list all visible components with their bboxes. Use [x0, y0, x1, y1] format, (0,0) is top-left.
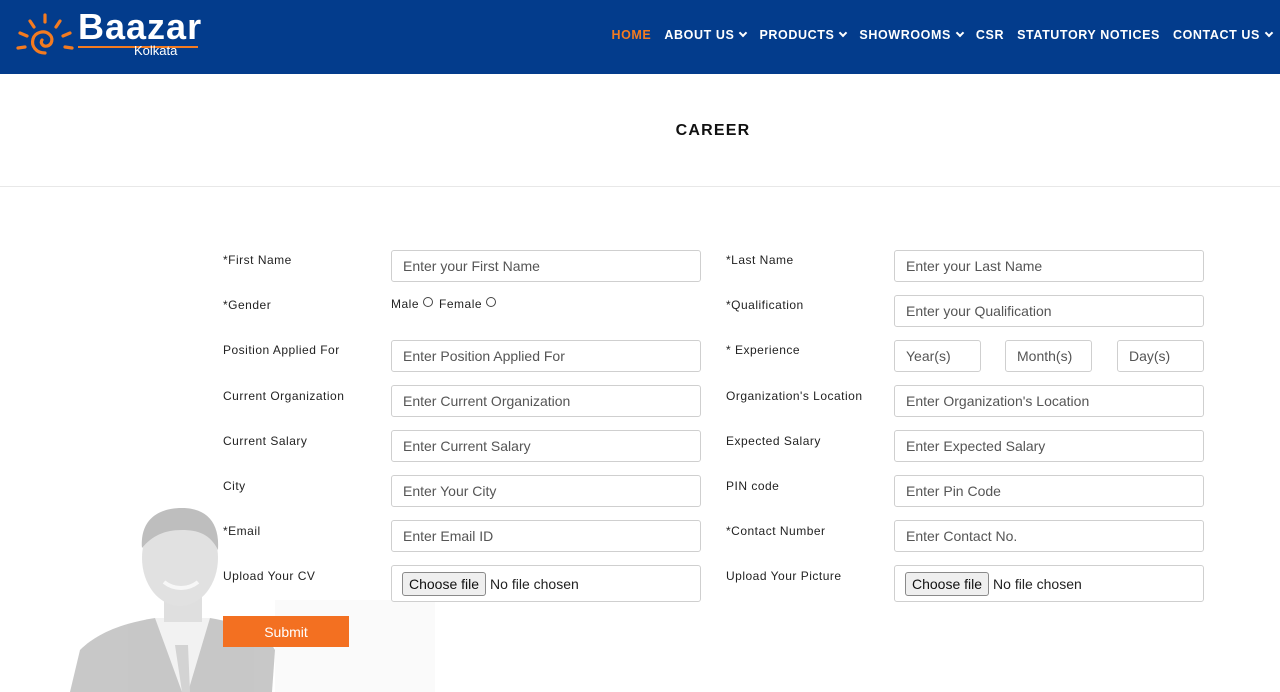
nav-label: STATUTORY NOTICES: [1017, 28, 1160, 42]
position-label: Position Applied For: [223, 343, 340, 357]
expected-salary-label: Expected Salary: [726, 434, 821, 448]
gender-options: Male Female: [391, 297, 502, 311]
gender-female-label: Female: [439, 297, 483, 311]
last-name-label: *Last Name: [726, 253, 794, 267]
page-title: CAREER: [675, 122, 751, 139]
current-salary-input[interactable]: [391, 430, 701, 462]
page-title-section: CAREER: [0, 74, 1280, 187]
upload-cv-field: Choose file No file chosen: [391, 565, 701, 602]
nav-showrooms[interactable]: SHOWROOMS: [859, 28, 965, 42]
gender-male-radio[interactable]: [423, 297, 434, 307]
upload-picture-label: Upload Your Picture: [726, 569, 842, 583]
org-location-input[interactable]: [894, 385, 1204, 417]
nav-label: SHOWROOMS: [859, 28, 951, 42]
nav-products[interactable]: PRODUCTS: [759, 28, 848, 42]
upload-picture-field: Choose file No file chosen: [894, 565, 1204, 602]
chevron-down-icon: [1264, 28, 1274, 38]
nav-label: CSR: [975, 28, 1005, 42]
chevron-down-icon: [739, 28, 748, 38]
gender-female-radio[interactable]: [486, 297, 497, 307]
last-name-input[interactable]: [894, 250, 1204, 282]
expected-salary-input[interactable]: [894, 430, 1204, 462]
experience-months-input[interactable]: [1005, 340, 1092, 372]
nav-about-us[interactable]: ABOUT US: [664, 28, 748, 42]
nav-statutory-notices[interactable]: STATUTORY NOTICES: [1017, 28, 1160, 42]
gender-label: *Gender: [223, 298, 272, 312]
pin-code-label: PIN code: [726, 479, 780, 493]
nav-csr[interactable]: CSR: [976, 28, 1004, 42]
cv-file-status: No file chosen: [490, 575, 579, 592]
experience-label: * Experience: [726, 343, 801, 357]
org-location-label: Organization's Location: [726, 389, 863, 403]
brand-name: Baazar: [78, 6, 203, 47]
submit-button[interactable]: Submit: [223, 616, 349, 647]
choose-picture-button[interactable]: Choose file: [905, 571, 990, 596]
pin-code-input[interactable]: [894, 475, 1204, 507]
experience-days-input[interactable]: [1117, 340, 1204, 372]
main-nav: HOME ABOUT US PRODUCTS SHOWROOMS CSR STA…: [598, 28, 1274, 42]
nav-label: PRODUCTS: [759, 28, 835, 42]
site-header: Baazar Kolkata HOME ABOUT US PRODUCTS SH…: [0, 0, 1280, 74]
chevron-down-icon: [839, 28, 848, 38]
experience-years-input[interactable]: [894, 340, 981, 372]
brand-logo[interactable]: Baazar Kolkata: [16, 6, 206, 60]
city-label: City: [223, 479, 246, 493]
current-org-label: Current Organization: [223, 389, 345, 403]
sun-logo-icon: [16, 13, 74, 55]
nav-home[interactable]: HOME: [611, 28, 651, 42]
chevron-down-icon: [955, 28, 965, 38]
contact-number-input[interactable]: [894, 520, 1204, 552]
email-input[interactable]: [391, 520, 701, 552]
gender-male-label: Male: [391, 297, 420, 311]
nav-label: HOME: [611, 28, 652, 42]
choose-cv-button[interactable]: Choose file: [402, 571, 487, 596]
current-org-input[interactable]: [391, 385, 701, 417]
city-input[interactable]: [391, 475, 701, 507]
qualification-input[interactable]: [894, 295, 1204, 327]
first-name-label: *First Name: [223, 253, 292, 267]
picture-file-status: No file chosen: [993, 575, 1082, 592]
contact-number-label: *Contact Number: [726, 524, 826, 538]
qualification-label: *Qualification: [726, 298, 804, 312]
position-input[interactable]: [391, 340, 701, 372]
first-name-input[interactable]: [391, 250, 701, 282]
nav-label: ABOUT US: [664, 28, 735, 42]
email-label: *Email: [223, 524, 261, 538]
current-salary-label: Current Salary: [223, 434, 308, 448]
brand-city: Kolkata: [134, 43, 178, 58]
upload-cv-label: Upload Your CV: [223, 569, 316, 583]
nav-contact-us[interactable]: CONTACT US: [1172, 28, 1274, 42]
nav-label: CONTACT US: [1172, 28, 1260, 42]
